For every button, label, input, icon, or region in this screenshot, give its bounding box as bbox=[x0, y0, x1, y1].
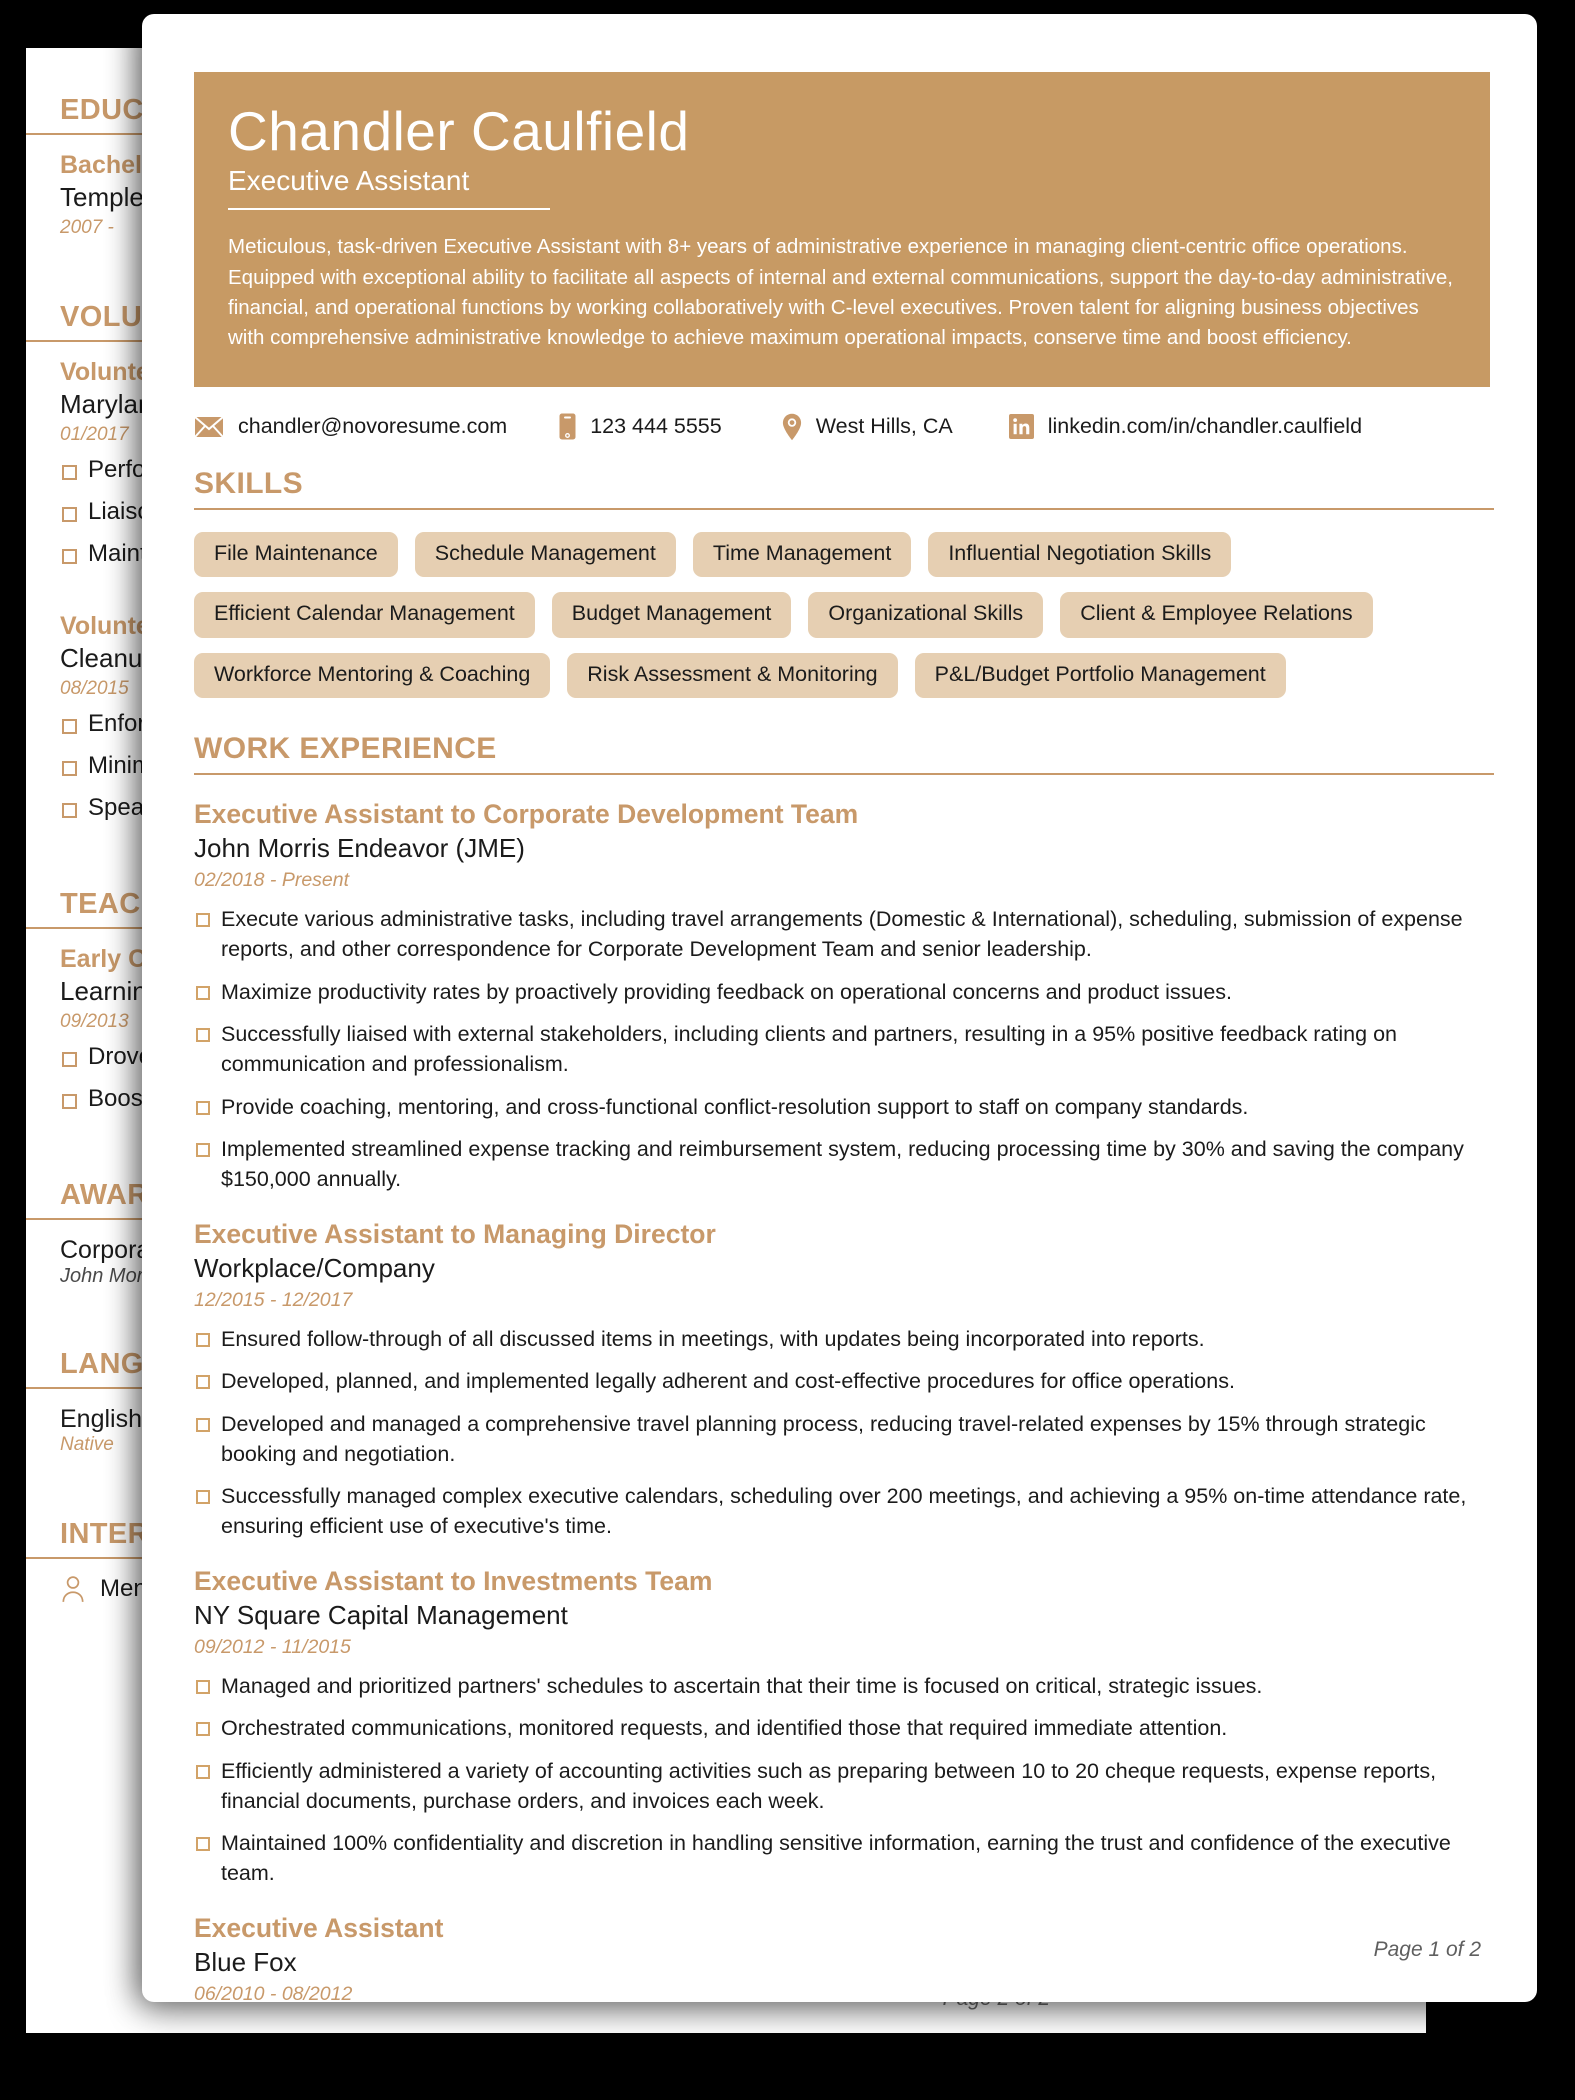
section-title-work-experience: WORK EXPERIENCE bbox=[194, 732, 497, 766]
job-title: Executive Assistant to Investments Team bbox=[194, 1565, 713, 1596]
section-title-skills: SKILLS bbox=[194, 466, 304, 500]
list-item: Successfully liaised with external stake… bbox=[194, 1020, 1494, 1079]
work-experience-entry: Executive Assistant Blue Fox 06/2010 - 0… bbox=[194, 1913, 1494, 2002]
professional-summary: Meticulous, task-driven Executive Assist… bbox=[228, 235, 1453, 349]
skill-tag[interactable]: Schedule Management bbox=[414, 531, 676, 578]
job-bullet-list: Execute various administrative tasks, in… bbox=[194, 905, 1494, 1194]
location-pin-icon bbox=[782, 413, 801, 441]
job-dates: 09/2012 - 11/2015 bbox=[194, 1635, 351, 1658]
list-item: Successfully managed complex executive c… bbox=[194, 1482, 1494, 1541]
envelope-icon bbox=[194, 416, 224, 438]
work-experience-entry: Executive Assistant to Corporate Develop… bbox=[194, 799, 1494, 1194]
page-title: Chandler Caulfield bbox=[228, 100, 690, 162]
list-item: Developed and managed a comprehensive tr… bbox=[194, 1410, 1494, 1469]
job-dates: 06/2010 - 08/2012 bbox=[194, 1982, 353, 2002]
section-rule bbox=[194, 773, 1494, 776]
list-item: Developed, planned, and implemented lega… bbox=[194, 1367, 1494, 1397]
skills-tag-list: File Maintenance Schedule Management Tim… bbox=[194, 531, 1494, 699]
list-item: Execute various administrative tasks, in… bbox=[194, 905, 1494, 964]
job-title: Executive Assistant bbox=[194, 1912, 444, 1943]
job-organization: NY Square Capital Management bbox=[194, 1599, 568, 1630]
job-title: Executive Assistant to Managing Director bbox=[194, 1218, 716, 1249]
job-organization: Blue Fox bbox=[194, 1946, 297, 1977]
contact-linkedin-text: linkedin.com/in/chandler.caulfield bbox=[1047, 414, 1363, 439]
job-organization: John Morris Endeavor (JME) bbox=[194, 833, 525, 864]
skill-tag[interactable]: Time Management bbox=[692, 531, 912, 578]
skill-tag[interactable]: Organizational Skills bbox=[808, 592, 1044, 638]
header-divider bbox=[228, 208, 550, 211]
skill-tag[interactable]: Risk Assessment & Monitoring bbox=[567, 652, 898, 699]
job-dates: 12/2015 - 12/2017 bbox=[194, 1288, 353, 1311]
person-icon bbox=[62, 1576, 84, 1602]
section-rule bbox=[194, 507, 1494, 510]
linkedin-icon bbox=[1008, 414, 1034, 440]
resume-page-1[interactable]: Chandler Caulfield Executive Assistant M… bbox=[142, 14, 1537, 2002]
contact-email-text: chandler@novoresume.com bbox=[238, 414, 508, 439]
list-item: Orchestrated communications, monitored r… bbox=[194, 1714, 1494, 1744]
skill-tag[interactable]: Efficient Calendar Management bbox=[194, 592, 535, 638]
list-item: Ensured follow-through of all discussed … bbox=[194, 1325, 1494, 1355]
contact-email[interactable]: chandler@novoresume.com bbox=[194, 414, 507, 439]
list-item: Implemented streamlined expense tracking… bbox=[194, 1135, 1494, 1194]
skill-tag[interactable]: Influential Negotiation Skills bbox=[928, 531, 1232, 578]
phone-icon bbox=[559, 413, 576, 440]
work-experience-entry: Executive Assistant to Managing Director… bbox=[194, 1219, 1494, 1542]
list-item: Maintained 100% confidentiality and disc… bbox=[194, 1829, 1494, 1888]
list-item: Provide coaching, mentoring, and cross-f… bbox=[194, 1093, 1494, 1123]
contact-location[interactable]: West Hills, CA bbox=[782, 413, 953, 441]
list-item: Efficiently administered a variety of ac… bbox=[194, 1757, 1494, 1816]
job-title: Executive Assistant to Corporate Develop… bbox=[194, 799, 859, 830]
job-bullet-list: Ensured follow-through of all discussed … bbox=[194, 1325, 1494, 1542]
section-skills: SKILLS File Maintenance Schedule Managem… bbox=[194, 467, 1494, 699]
contact-phone[interactable]: 123 444 5555 bbox=[559, 413, 722, 440]
job-dates: 02/2018 - Present bbox=[194, 869, 350, 892]
job-organization: Workplace/Company bbox=[194, 1252, 435, 1283]
contact-phone-text: 123 444 5555 bbox=[590, 414, 722, 439]
skill-tag[interactable]: P&L/Budget Portfolio Management bbox=[914, 652, 1286, 699]
resume-header-band: Chandler Caulfield Executive Assistant M… bbox=[194, 72, 1490, 387]
skill-tag[interactable]: Budget Management bbox=[551, 592, 792, 638]
contact-linkedin[interactable]: linkedin.com/in/chandler.caulfield bbox=[1008, 414, 1363, 440]
contact-location-text: West Hills, CA bbox=[815, 414, 953, 439]
page-1-footer: Page 1 of 2 bbox=[1373, 1938, 1481, 1961]
screenshot-canvas: EDUCATION Bachelor Temple 2007 - VOLUNTE… bbox=[0, 0, 1575, 2100]
job-bullet-list: Managed and prioritized partners' schedu… bbox=[194, 1672, 1494, 1889]
skill-tag[interactable]: File Maintenance bbox=[194, 531, 398, 578]
work-experience-entry: Executive Assistant to Investments Team … bbox=[194, 1566, 1494, 1889]
skill-tag[interactable]: Client & Employee Relations bbox=[1060, 592, 1373, 638]
job-role-subtitle: Executive Assistant bbox=[228, 165, 470, 197]
skill-tag[interactable]: Workforce Mentoring & Coaching bbox=[194, 652, 551, 699]
list-item: Managed and prioritized partners' schedu… bbox=[194, 1672, 1494, 1702]
list-item: Maximize productivity rates by proactive… bbox=[194, 978, 1494, 1008]
section-work-experience: WORK EXPERIENCE Executive Assistant to C… bbox=[194, 732, 1494, 2002]
contact-bar: chandler@novoresume.com 123 444 5555 Wes… bbox=[194, 413, 1494, 441]
